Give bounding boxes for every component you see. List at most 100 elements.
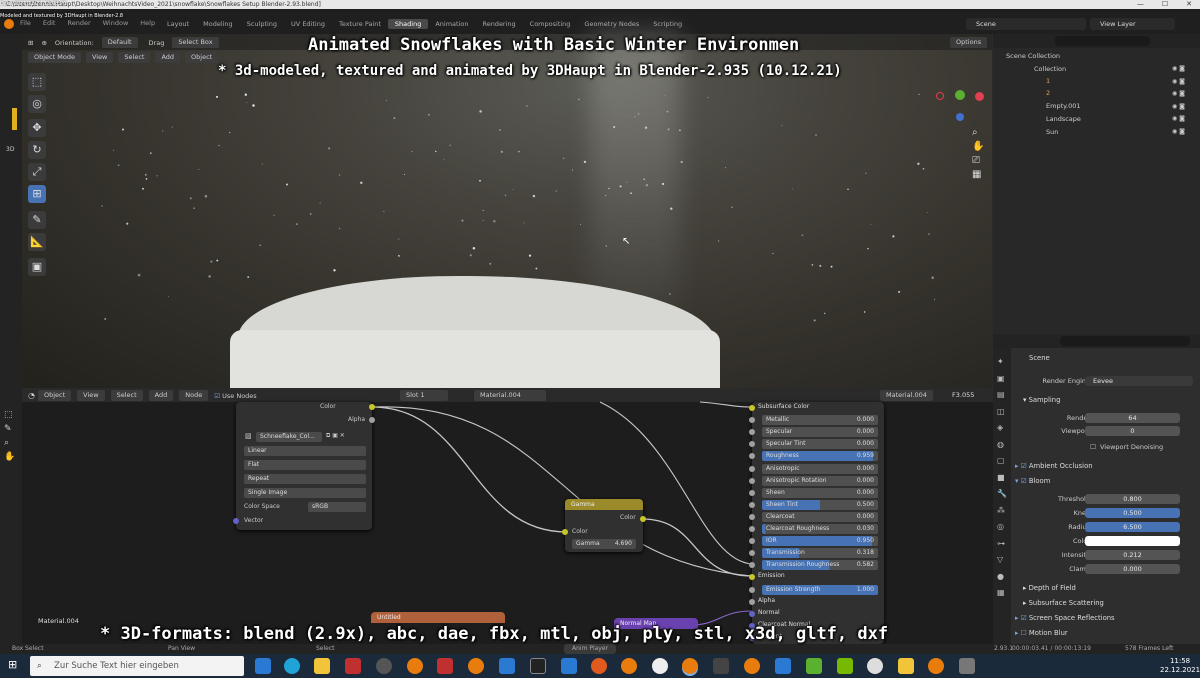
3d-viewer-icon[interactable] — [713, 658, 729, 674]
image-name-field[interactable]: Schneeflake_Col... — [256, 432, 322, 442]
outliner-search[interactable] — [1055, 36, 1150, 46]
bsdf-input-socket[interactable] — [749, 477, 755, 484]
properties-search[interactable] — [1060, 336, 1190, 346]
edge-browser-icon[interactable] — [284, 658, 300, 674]
collection-tab-icon[interactable]: ▢ — [997, 453, 1007, 470]
close-icon[interactable]: ✕ — [1186, 0, 1192, 9]
bsdf-input-socket[interactable] — [749, 501, 755, 508]
app-icon-green[interactable] — [806, 658, 822, 674]
app-icon-circle[interactable] — [376, 658, 392, 674]
orientation-select[interactable]: Default — [101, 37, 138, 48]
pan-hand-icon[interactable]: ✋ — [972, 140, 984, 154]
menu-render[interactable]: Render — [67, 19, 90, 27]
threshold-field[interactable]: 0.800 — [1085, 494, 1180, 504]
untitled-node-header[interactable]: Untitled — [371, 612, 505, 623]
slot-select[interactable]: Slot 1 — [400, 390, 448, 401]
app-icon-red-2[interactable] — [437, 658, 453, 674]
data-tab-icon[interactable]: ▽ — [997, 552, 1007, 569]
rotate-tool-icon[interactable]: ↻ — [28, 141, 46, 159]
pan-hand-icon[interactable]: ✋ — [4, 450, 15, 464]
app-icon-gray[interactable] — [959, 658, 975, 674]
view-layer-tab-icon[interactable]: ◫ — [997, 404, 1007, 421]
zoom-icon[interactable]: ⌕ — [4, 436, 15, 450]
material-tab-icon[interactable]: ● — [997, 569, 1007, 586]
bsdf-field[interactable]: Clearcoat Roughness 0.030 — [762, 524, 878, 534]
object-menu[interactable]: Object — [185, 52, 219, 63]
sampling-section[interactable]: ▾ Sampling — [1015, 394, 1195, 407]
material-name-field[interactable]: Material.004 — [474, 390, 546, 401]
blender-logo-icon[interactable] — [4, 19, 14, 29]
ssr-section[interactable]: ▸ ☑ Screen Space Reflections — [1015, 612, 1195, 625]
constraint-tab-icon[interactable]: ⊶ — [997, 536, 1007, 553]
gamma-node-header[interactable]: Gamma — [565, 499, 643, 510]
bloom-color-swatch[interactable] — [1085, 536, 1180, 546]
source-select[interactable]: Single Image — [244, 488, 366, 498]
render-tab-icon[interactable]: ▣ — [997, 371, 1007, 388]
maximize-icon[interactable]: ☐ — [1162, 0, 1168, 9]
bsdf-input-socket[interactable] — [749, 513, 755, 520]
texture-tab-icon[interactable]: ▦ — [997, 585, 1007, 602]
nvidia-icon[interactable] — [837, 658, 853, 674]
firefox-icon[interactable] — [591, 658, 607, 674]
select-menu[interactable]: Select — [118, 52, 151, 63]
bsdf-field[interactable]: Sheen 0.000 — [762, 487, 878, 498]
bsdf-input-socket[interactable] — [749, 586, 755, 593]
principled-bsdf-node[interactable] — [752, 402, 884, 644]
add-menu[interactable]: Add — [155, 52, 181, 63]
object-mode-select[interactable]: Object Mode — [28, 52, 81, 63]
tool-tab-icon[interactable]: ✦ — [997, 354, 1007, 371]
eye-icon[interactable]: ◉ ◙ — [1172, 88, 1185, 101]
outliner-row-collection[interactable]: Collection — [1000, 63, 1198, 75]
color-space-select[interactable]: sRGB — [308, 502, 366, 512]
menu-help[interactable]: Help — [140, 19, 155, 27]
sss-section[interactable]: ▸ Subsurface Scattering — [1015, 597, 1195, 610]
bsdf-field[interactable]: Anisotropic Rotation 0.000 — [762, 475, 878, 486]
tab-animation[interactable]: Animation — [428, 19, 475, 29]
checkbox-icon[interactable]: ☐ — [1090, 441, 1096, 453]
clamp-field[interactable]: 0.000 — [1085, 564, 1180, 574]
denoise-row[interactable]: ☐ Viewport Denoising — [1015, 441, 1195, 453]
eye-icon[interactable]: ◉ ◙ — [1172, 113, 1185, 126]
particles-tab-icon[interactable]: ⁂ — [997, 503, 1007, 520]
menu-window[interactable]: Window — [103, 19, 129, 27]
task-view-icon[interactable] — [255, 658, 271, 674]
app-icon-white[interactable] — [867, 658, 883, 674]
annotate-tool-icon[interactable]: ✎ — [4, 422, 15, 436]
dof-section[interactable]: ▸ Depth of Field — [1015, 582, 1195, 595]
physics-tab-icon[interactable]: ◎ — [997, 519, 1007, 536]
outliner-row-1[interactable]: 1 — [1000, 75, 1198, 87]
options-button[interactable]: Options — [950, 37, 988, 48]
eye-icon[interactable]: ◉ ◙ — [1172, 126, 1185, 139]
minimize-icon[interactable]: — — [1137, 0, 1144, 9]
view-menu[interactable]: View — [85, 52, 114, 63]
terminal-icon[interactable] — [530, 658, 546, 674]
bsdf-input-socket[interactable] — [749, 610, 755, 617]
transform-icon[interactable]: ⊕ — [41, 39, 46, 47]
blender-taskbar-icon-2[interactable] — [468, 658, 484, 674]
interpolation-select[interactable]: Linear — [244, 446, 366, 456]
tab-geometry-nodes[interactable]: Geometry Nodes — [577, 19, 646, 29]
gamma-input-socket[interactable] — [562, 529, 568, 535]
projection-select[interactable]: Flat — [244, 460, 366, 470]
eye-icon[interactable]: ◉ ◙ — [1172, 101, 1185, 114]
bsdf-field[interactable]: Anisotropic 0.000 — [762, 463, 878, 474]
world-tab-icon[interactable]: ◍ — [997, 437, 1007, 454]
camera-icon[interactable]: ⎚ — [972, 154, 984, 168]
zoom-icon[interactable]: ⌕ — [972, 126, 984, 140]
render-engine-select[interactable]: Eevee — [1085, 376, 1193, 386]
ao-section[interactable]: ▸ ☑ Ambient Occlusion — [1015, 460, 1195, 473]
outlook-icon[interactable] — [499, 658, 515, 674]
windows-start-icon[interactable]: ⊞ — [8, 658, 17, 671]
gizmo-x-icon[interactable] — [975, 92, 984, 101]
outliner-row-landscape[interactable]: Landscape — [1000, 113, 1198, 125]
measure-tool-icon[interactable]: 📐 — [28, 233, 46, 251]
bsdf-field[interactable]: Specular 0.000 — [762, 427, 878, 438]
blender-taskbar-icon-4[interactable] — [744, 658, 760, 674]
bsdf-input-socket[interactable] — [749, 526, 755, 532]
gamma-value-field[interactable]: Gamma 4.690 — [572, 539, 636, 549]
menu-edit[interactable]: Edit — [43, 19, 56, 27]
render-samples-field[interactable]: 64 — [1085, 413, 1180, 423]
taskbar-clock[interactable]: 11:58 22.12.2021 — [1160, 657, 1200, 675]
bsdf-field[interactable]: Specular Tint 0.000 — [762, 439, 878, 450]
tab-sculpting[interactable]: Sculpting — [240, 19, 284, 29]
